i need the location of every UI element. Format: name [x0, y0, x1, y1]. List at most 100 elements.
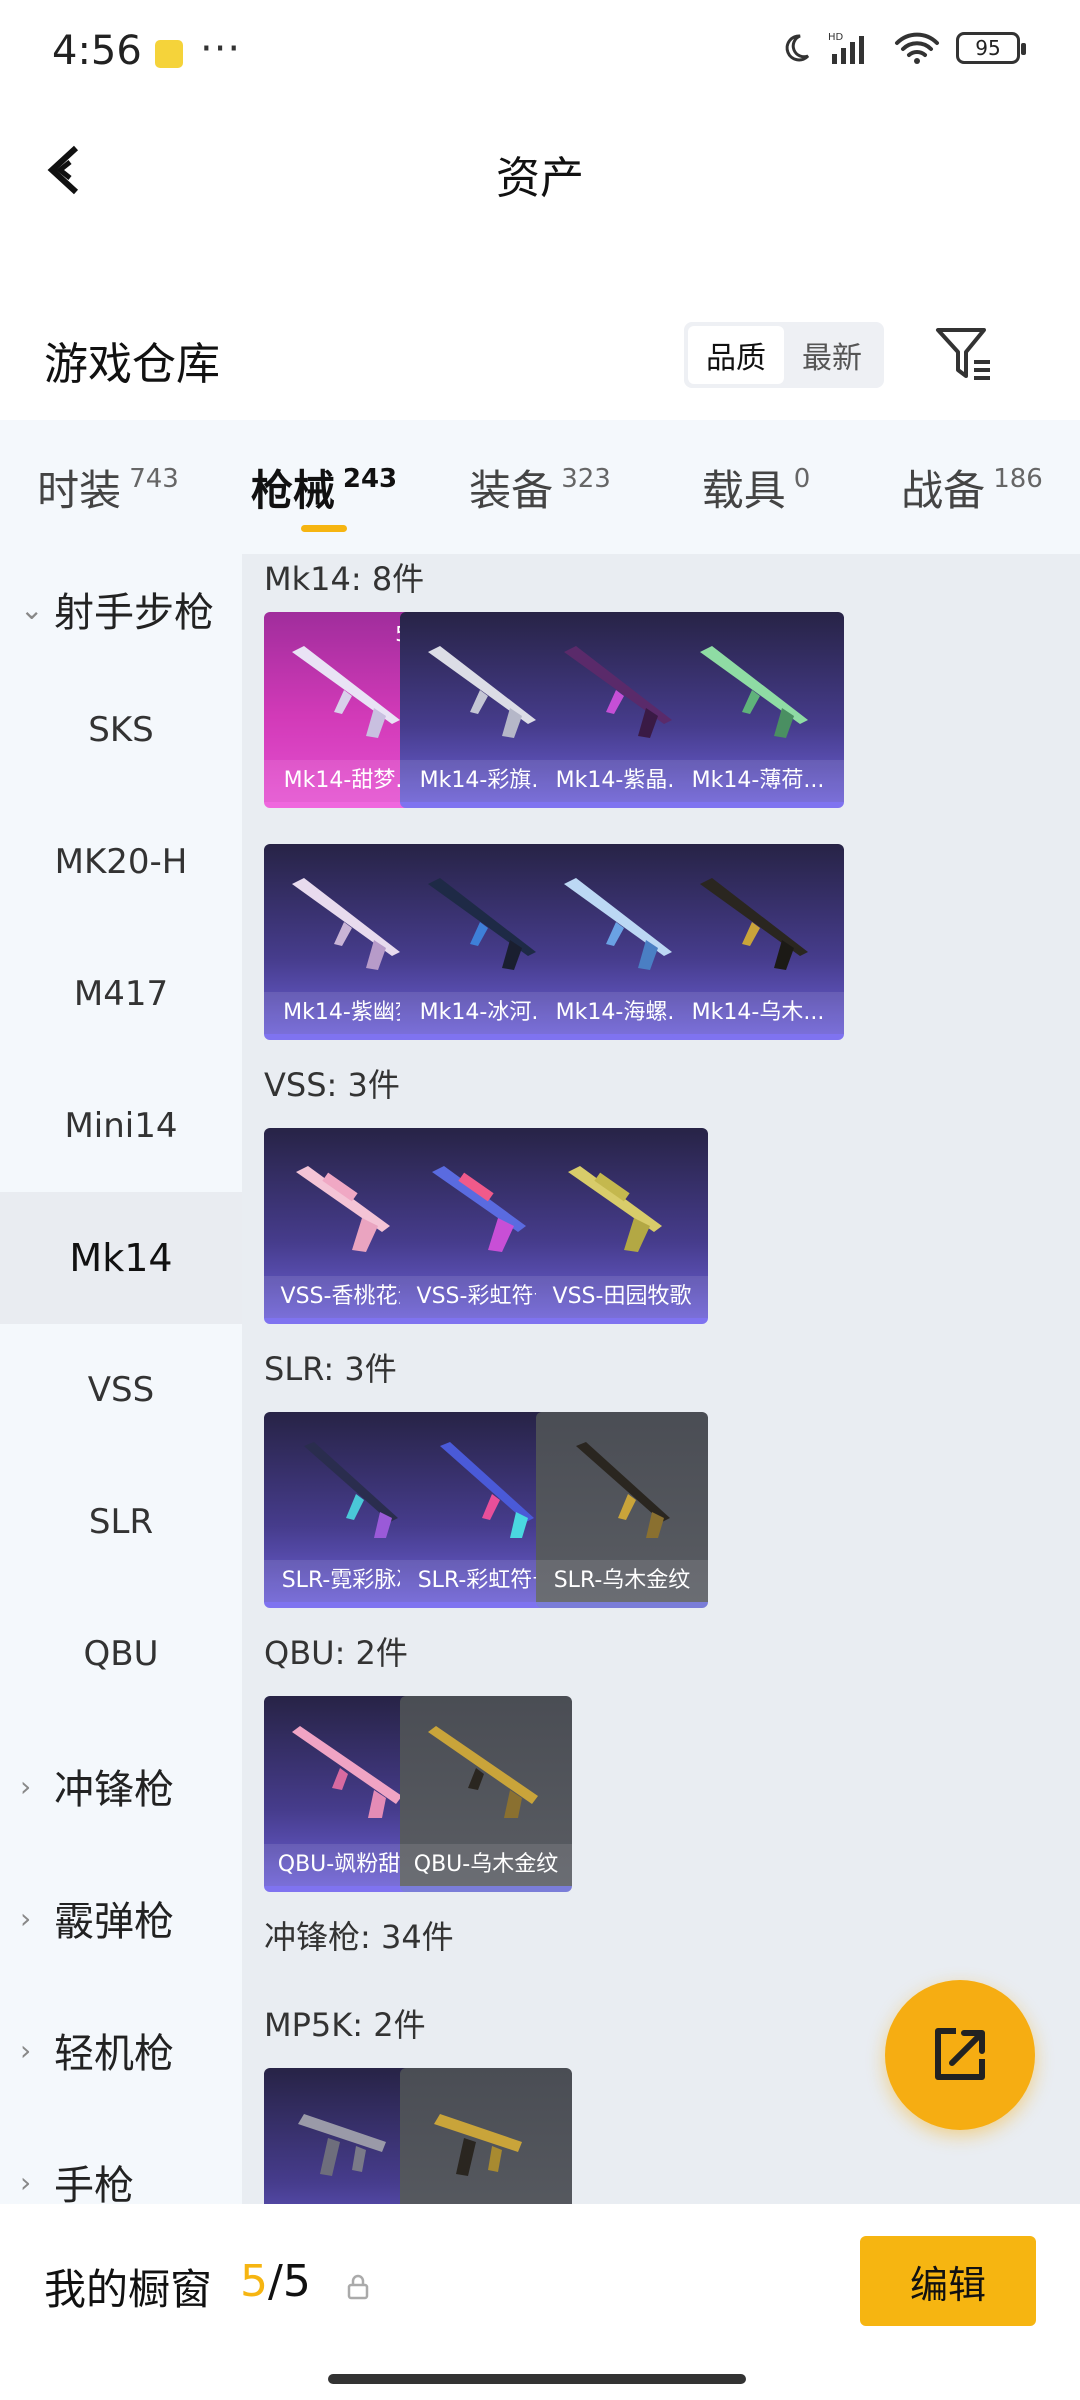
weapon-card[interactable]: SLR-乌木金纹 [536, 1412, 708, 1608]
weapon-name: Mk14-薄荷... [672, 760, 844, 802]
page-title: 资产 [496, 153, 584, 204]
showcase-count: 5/5 [240, 2256, 311, 2307]
filter-button[interactable] [932, 322, 996, 386]
tab-weapons[interactable]: 枪械 243 [216, 420, 432, 554]
sidebar-item-m417[interactable]: M417 [0, 928, 242, 1060]
tab-count: 0 [793, 464, 811, 494]
sidebar-item-mk20h[interactable]: MK20-H [0, 796, 242, 928]
weapon-type-sidebar: ⌄ 射手步枪 SKS MK20-H M417 Mini14 Mk14 VSS S… [0, 554, 242, 2204]
warehouse-title: 游戏仓库 [44, 339, 220, 390]
sidebar-group-marksman-rifles[interactable]: ⌄ 射手步枪 [0, 554, 242, 664]
sidebar-item-label: VSS [87, 1370, 155, 1410]
section-label-mk14: Mk14: 8件 [264, 560, 425, 598]
rifle-icon [292, 1726, 402, 1818]
rifle-icon [428, 878, 536, 970]
sidebar-item-label: 轻机枪 [54, 2031, 174, 2077]
weapon-grid: Mk14: 8件 5级 Mk14-甜梦... Mk14-彩旗... Mk14-紫… [242, 554, 1080, 2204]
status-bar: 4:56 ··· HD 95 [0, 0, 1080, 110]
chevron-right-icon: › [20, 1769, 32, 1803]
sort-quality-button[interactable]: 品质 [688, 326, 784, 384]
rifle-icon [564, 646, 672, 738]
sidebar-item-label: 手枪 [54, 2163, 134, 2204]
section-label-qbu: QBU: 2件 [264, 1634, 408, 1672]
chevron-down-icon: ⌄ [20, 592, 44, 626]
sidebar-group-pistol[interactable]: › 手枪 [0, 2116, 242, 2204]
sidebar-item-label: MK20-H [54, 842, 188, 882]
sidebar-item-label: QBU [83, 1634, 159, 1674]
sidebar-item-mini14[interactable]: Mini14 [0, 1060, 242, 1192]
sidebar-group-smg[interactable]: › 冲锋枪 [0, 1720, 242, 1852]
rifle-icon [700, 878, 808, 970]
svg-text:HD: HD [828, 32, 844, 43]
share-icon [935, 2028, 985, 2080]
tab-supplies[interactable]: 战备 186 [864, 420, 1080, 554]
tab-count: 186 [993, 464, 1043, 494]
battery-icon: 95 [956, 32, 1026, 64]
rifle-icon [428, 646, 536, 738]
sidebar-group-shotgun[interactable]: › 霰弹枪 [0, 1852, 242, 1984]
tab-active-indicator [301, 525, 347, 532]
sidebar-item-label: SKS [88, 710, 154, 750]
sidebar-item-qbu[interactable]: QBU [0, 1588, 242, 1720]
weapon-name: VSS-田园牧歌 [536, 1276, 708, 1318]
chevron-right-icon: › [20, 1901, 32, 1935]
sidebar-item-slr[interactable]: SLR [0, 1456, 242, 1588]
weapon-name: QBU-乌木金纹 [400, 1844, 572, 1886]
moon-icon [785, 34, 810, 62]
tab-label: 载具 [701, 465, 786, 515]
sidebar-item-vss[interactable]: VSS [0, 1324, 242, 1456]
section-label-smg: 冲锋枪: 34件 [264, 1918, 454, 1956]
tab-label: 装备 [469, 465, 554, 515]
chevron-right-icon: › [20, 2033, 32, 2067]
header: 资产 [0, 110, 1080, 230]
sidebar-item-label: M417 [73, 974, 169, 1014]
showcase-current: 5 [240, 2256, 268, 2307]
section-label-mp5k: MP5K: 2件 [264, 2006, 426, 2044]
rifle-icon [428, 1726, 538, 1818]
weapon-card[interactable]: QBU-乌木金纹 [400, 1696, 572, 1892]
tab-label: 战备 [901, 465, 986, 515]
rifle-icon [292, 646, 400, 738]
sidebar-group-lmg[interactable]: › 轻机枪 [0, 1984, 242, 2116]
sidebar-item-mk14[interactable]: Mk14 [0, 1192, 242, 1324]
weapon-card[interactable]: Mk14-薄荷... [672, 612, 844, 808]
tab-count: 243 [342, 464, 398, 494]
tab-count: 743 [129, 464, 179, 494]
more-notifications-icon: ··· [200, 26, 242, 72]
rifle-icon [564, 878, 672, 970]
sidebar-item-label: SLR [88, 1502, 154, 1542]
rifle-icon [576, 1442, 670, 1538]
sidebar-item-label: Mk14 [69, 1236, 173, 1280]
sidebar-item-sks[interactable]: SKS [0, 664, 242, 796]
smg-icon [434, 2114, 522, 2176]
tab-equipment[interactable]: 装备 323 [432, 420, 648, 554]
section-label-vss: VSS: 3件 [264, 1066, 400, 1104]
sidebar-item-label: 射手步枪 [54, 590, 214, 636]
sidebar-item-label: Mini14 [64, 1106, 178, 1146]
tab-fashion[interactable]: 时装 743 [0, 420, 216, 554]
tab-vehicles[interactable]: 载具 0 [648, 420, 864, 554]
rifle-icon [296, 1166, 390, 1252]
rifle-icon [440, 1442, 534, 1538]
edit-button[interactable]: 编辑 [860, 2236, 1036, 2326]
warehouse-row: 游戏仓库 品质 最新 [0, 300, 1080, 410]
share-button[interactable] [885, 1980, 1035, 2130]
rifle-icon [292, 878, 400, 970]
weapon-card[interactable] [400, 2068, 572, 2204]
lock-icon [347, 2274, 369, 2300]
weapon-card[interactable]: Mk14-乌木... [672, 844, 844, 1040]
sort-latest-button[interactable]: 最新 [784, 326, 880, 384]
weapon-card[interactable]: VSS-田园牧歌 [536, 1128, 708, 1324]
chevron-right-icon: › [20, 2165, 32, 2199]
status-time: 4:56 [52, 28, 142, 74]
signal-icon: HD [828, 32, 864, 64]
tab-label: 时装 [37, 465, 122, 515]
status-icons: HD 95 [780, 30, 1026, 66]
home-indicator[interactable] [328, 2374, 746, 2384]
showcase-title: 我的橱窗 [44, 2265, 213, 2314]
tab-label: 枪械 [250, 465, 335, 515]
rifle-icon [304, 1442, 398, 1538]
sidebar-item-label: 霰弹枪 [54, 1899, 174, 1945]
rifle-icon [432, 1166, 526, 1252]
category-tabs: 时装 743 枪械 243 装备 323 载具 0 战备 186 [0, 420, 1080, 554]
